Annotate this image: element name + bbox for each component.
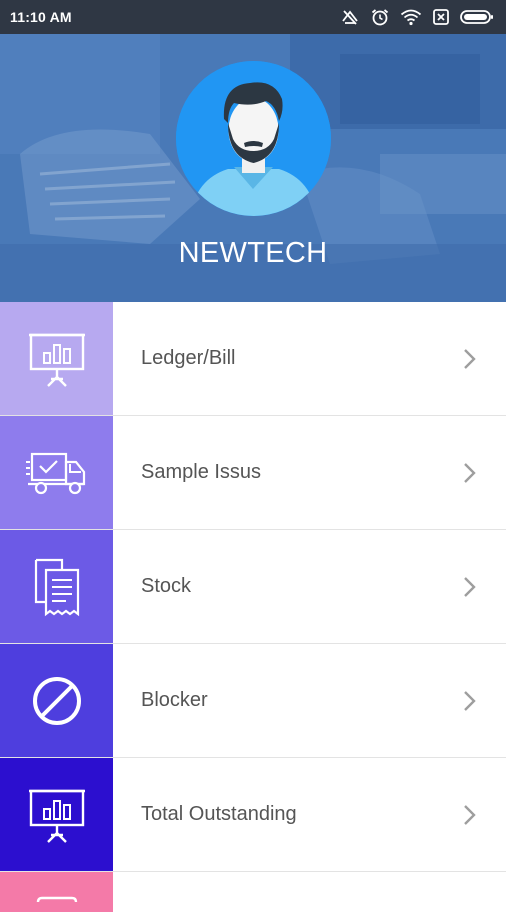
chevron-right-icon (434, 758, 506, 871)
menu-item-blocker[interactable]: Blocker (0, 644, 506, 758)
menu-icon-box (0, 644, 113, 757)
chevron-right-icon (434, 530, 506, 643)
delivery-truck-icon (25, 452, 85, 494)
chevron-right-icon (434, 416, 506, 529)
menu-item-total-outstanding[interactable]: Total Outstanding (0, 758, 506, 872)
chevron-right-icon (434, 644, 506, 757)
profile-header: NEWTECH (0, 34, 506, 302)
menu-item-stock[interactable]: Stock (0, 530, 506, 644)
status-icons (340, 8, 494, 26)
menu-icon-box (0, 530, 113, 643)
presentation-chart-icon (28, 789, 85, 843)
menu-item-label: Stock (141, 575, 192, 597)
profile-name: NEWTECH (178, 237, 328, 269)
menu-item-ledger-bill[interactable]: Ledger/Bill (0, 302, 506, 416)
presentation-chart-icon (28, 333, 85, 387)
menu-item-label: Total Outstanding (141, 803, 297, 825)
main-menu: Ledger/Bill Sample Issus Stock Blocker T… (0, 302, 506, 912)
menu-item-sample-issus[interactable]: Sample Issus (0, 416, 506, 530)
menu-icon-box (0, 302, 113, 415)
menu-item-label: Ledger/Bill (141, 347, 236, 369)
menu-icon-box (0, 872, 113, 912)
status-bar: 11:10 AM (0, 0, 506, 34)
status-time: 11:10 AM (10, 9, 72, 25)
alarm-icon (370, 8, 390, 26)
man-avatar-icon (176, 61, 331, 216)
data-saver-off-icon (340, 8, 360, 26)
menu-item-label: Blocker (141, 689, 208, 711)
document-icon (36, 896, 77, 903)
menu-icon-box (0, 758, 113, 871)
battery-icon (460, 8, 494, 26)
no-sim-icon (432, 8, 450, 26)
user-avatar[interactable] (176, 61, 331, 216)
menu-item-label (113, 872, 506, 912)
chevron-right-icon (434, 302, 506, 415)
menu-item-label: Sample Issus (141, 461, 262, 483)
menu-icon-box (0, 416, 113, 529)
documents-icon (34, 558, 79, 616)
block-icon (32, 676, 81, 725)
wifi-icon (400, 8, 422, 26)
menu-item-partial[interactable] (0, 872, 506, 912)
